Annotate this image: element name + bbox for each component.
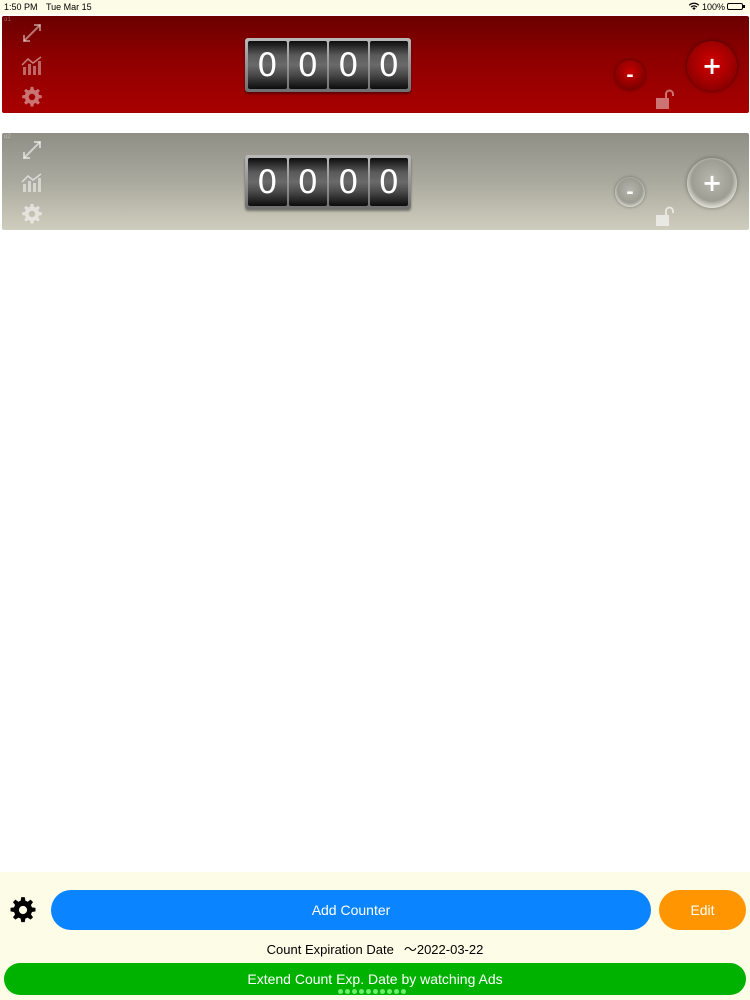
counter-display: 0 0 0 0 <box>245 38 411 92</box>
increment-button[interactable]: + <box>687 41 737 91</box>
chart-icon[interactable] <box>20 172 44 194</box>
chart-icon[interactable] <box>20 55 44 77</box>
expiry-date: ～2022-03-22 <box>403 942 484 957</box>
battery-icon <box>727 3 745 10</box>
edit-button[interactable]: Edit <box>659 890 746 930</box>
gear-icon[interactable] <box>20 86 44 108</box>
counter-display: 0 0 0 0 <box>245 155 411 209</box>
counter-id-label: α2 <box>4 134 11 140</box>
battery-percent: 100% <box>702 2 726 12</box>
counter-digit: 0 <box>288 41 327 89</box>
expiry-info: Count Expiration Date ～2022-03-22 <box>0 939 750 958</box>
status-time: 1:50 PM <box>4 2 38 12</box>
counter-digit: 0 <box>248 158 287 206</box>
decrement-button[interactable]: - <box>615 177 645 207</box>
counter-digit: 0 <box>288 158 327 206</box>
unlock-icon[interactable] <box>654 88 676 110</box>
status-date: Tue Mar 15 <box>46 2 92 12</box>
decrement-button[interactable]: - <box>615 60 645 90</box>
counter-digit: 0 <box>248 41 287 89</box>
gear-icon[interactable] <box>20 203 44 225</box>
counter-digit: 0 <box>369 158 408 206</box>
settings-gear-icon[interactable] <box>9 896 37 924</box>
counter-digit: 0 <box>369 41 408 89</box>
counter-row-2: α2 0 0 0 0 - + <box>2 133 749 230</box>
counter-id-label: α1 <box>4 17 11 23</box>
progress-dots <box>338 989 406 994</box>
counter-digit: 0 <box>329 158 368 206</box>
bottom-toolbar: Add Counter Edit Count Expiration Date ～2… <box>0 872 750 1000</box>
resize-icon[interactable] <box>20 22 44 44</box>
wifi-icon <box>688 1 700 13</box>
unlock-icon[interactable] <box>654 205 676 227</box>
counter-row-1: α1 0 0 0 0 - + <box>2 16 749 113</box>
counter-digit: 0 <box>329 41 368 89</box>
add-counter-button[interactable]: Add Counter <box>51 890 651 930</box>
increment-button[interactable]: + <box>687 158 737 208</box>
resize-icon[interactable] <box>20 139 44 161</box>
status-bar: 1:50 PM Tue Mar 15 100% <box>0 0 750 14</box>
expiry-label: Count Expiration Date <box>266 942 394 957</box>
